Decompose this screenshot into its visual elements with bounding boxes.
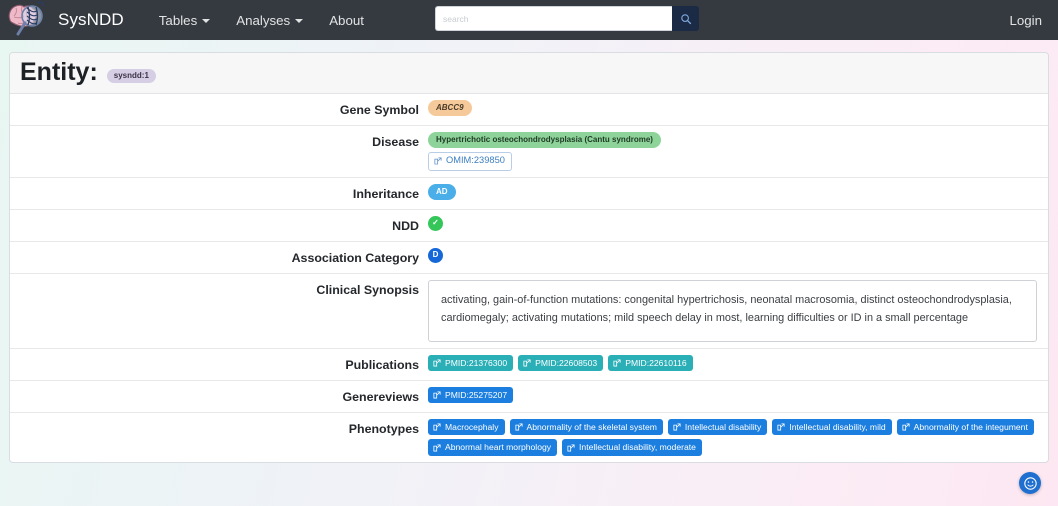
external-link-icon <box>433 391 441 399</box>
row-ndd: NDD ✓ <box>10 210 1048 242</box>
row-label-association-category: Association Category <box>291 250 419 265</box>
nav-links: Tables Analyses About <box>146 6 377 35</box>
list-item[interactable]: Intellectual disability <box>667 418 768 436</box>
row-label-phenotypes: Phenotypes <box>348 421 419 436</box>
inheritance-badge[interactable]: AD <box>428 183 456 200</box>
list-item[interactable]: PMID:22610116 <box>608 354 693 372</box>
row-value-genereviews: PMID:25275207 <box>428 386 1048 404</box>
list-item-label: PMID:21376300 <box>445 357 508 368</box>
external-link-icon <box>434 157 442 165</box>
row-value-inheritance: AD <box>428 183 1048 200</box>
row-value-disease: Hypertrichotic osteochondrodysplasia (Ca… <box>428 132 1048 171</box>
feedback-button[interactable] <box>1019 472 1041 494</box>
nav-item-analyses-label: Analyses <box>236 12 291 28</box>
list-item-label: Intellectual disability, mild <box>789 421 886 432</box>
nav-item-about-label: About <box>329 12 364 28</box>
list-item-label: Abnormality of the integument <box>913 421 1028 432</box>
list-item[interactable]: Macrocephaly <box>428 418 505 436</box>
search-bar <box>435 6 699 31</box>
external-link-icon <box>673 423 681 431</box>
entity-card: Entity: sysndd:1 Gene Symbol ABCC9 Disea… <box>9 52 1049 464</box>
row-value-ndd: ✓ <box>428 215 1048 231</box>
list-item-label: Intellectual disability, moderate <box>579 442 696 453</box>
row-publications: Publications PMID:21376300 PMID:22608503 P… <box>10 349 1048 381</box>
brain-dna-magnifier-logo <box>8 1 44 36</box>
list-item[interactable]: PMID:21376300 <box>428 354 514 372</box>
list-item[interactable]: PMID:25275207 <box>428 386 514 404</box>
row-clinical-synopsis: Clinical Synopsis activating, gain-of-fu… <box>10 274 1048 349</box>
list-item-label: Abnormal heart morphology <box>445 442 552 453</box>
external-link-icon <box>523 359 531 367</box>
list-item-label: PMID:22608503 <box>535 357 598 368</box>
disease-name-badge[interactable]: Hypertrichotic osteochondrodysplasia (Ca… <box>428 132 661 148</box>
row-label-publications: Publications <box>345 357 419 372</box>
row-label-ndd: NDD <box>392 218 419 233</box>
external-link-icon <box>567 444 575 452</box>
external-link-icon <box>433 359 441 367</box>
external-link-icon <box>433 423 441 431</box>
row-association-category: Association Category D <box>10 242 1048 274</box>
row-label-clinical-synopsis: Clinical Synopsis <box>316 282 419 297</box>
chevron-down-icon <box>202 19 211 23</box>
external-link-icon <box>613 359 621 367</box>
row-value-publications: PMID:21376300 PMID:22608503 PMID:22610116 <box>428 354 1048 372</box>
gene-symbol-badge[interactable]: ABCC9 <box>428 100 472 116</box>
row-gene-symbol: Gene Symbol ABCC9 <box>10 94 1048 126</box>
nav-item-about[interactable]: About <box>316 6 377 35</box>
entity-card-header: Entity: sysndd:1 <box>10 53 1048 94</box>
list-item[interactable]: PMID:22608503 <box>518 354 604 372</box>
list-item[interactable]: Abnormality of the skeletal system <box>509 418 663 436</box>
page-title: Entity: <box>20 58 98 86</box>
row-value-phenotypes: Macrocephaly Abnormality of the skeletal … <box>428 418 1048 457</box>
brand[interactable]: SysNDD <box>6 0 124 40</box>
list-item-label: Abnormality of the skeletal system <box>526 421 657 432</box>
row-inheritance: Inheritance AD <box>10 178 1048 210</box>
disease-omim-link-label: OMIM:239850 <box>446 155 505 165</box>
row-label-gene-symbol: Gene Symbol <box>339 103 419 117</box>
row-label-disease: Disease <box>372 135 419 149</box>
login-link[interactable]: Login <box>1009 13 1042 28</box>
list-item[interactable]: Abnormality of the integument <box>896 418 1034 436</box>
row-disease: Disease Hypertrichotic osteochondrodyspl… <box>10 126 1048 178</box>
list-item-label: Intellectual disability <box>684 421 762 432</box>
search-button[interactable] <box>672 6 699 31</box>
row-phenotypes: Phenotypes Macrocephaly Abnormality of th… <box>10 413 1048 462</box>
row-value-clinical-synopsis: activating, gain-of-function mutations: … <box>428 279 1048 342</box>
row-value-gene-symbol: ABCC9 <box>428 100 1048 116</box>
nav-item-tables[interactable]: Tables <box>146 6 223 35</box>
list-item[interactable]: Abnormal heart morphology <box>428 439 558 457</box>
search-input[interactable] <box>435 6 672 31</box>
external-link-icon <box>902 423 910 431</box>
list-item-label: PMID:25275207 <box>445 389 508 400</box>
entity-id-badge: sysndd:1 <box>106 68 156 83</box>
search-icon <box>680 13 691 24</box>
definitive-circle-icon: D <box>428 247 443 263</box>
list-item[interactable]: Intellectual disability, moderate <box>562 439 702 457</box>
row-label-genereviews: Genereviews <box>342 389 419 404</box>
chevron-down-icon <box>295 19 304 23</box>
row-value-association-category: D <box>428 247 1048 263</box>
smiley-feedback-icon <box>1023 476 1037 490</box>
top-navbar: SysNDD Tables Analyses About Login <box>0 0 1058 40</box>
brand-title: SysNDD <box>58 10 124 29</box>
external-link-icon <box>433 444 441 452</box>
nav-item-tables-label: Tables <box>158 12 198 28</box>
list-item-label: PMID:22610116 <box>625 357 687 368</box>
check-circle-icon: ✓ <box>428 215 443 231</box>
nav-item-analyses[interactable]: Analyses <box>223 6 316 35</box>
list-item-label: Macrocephaly <box>445 421 499 432</box>
external-link-icon <box>777 423 785 431</box>
list-item[interactable]: Intellectual disability, mild <box>772 418 892 436</box>
disease-omim-link[interactable]: OMIM:239850 <box>428 152 512 171</box>
clinical-synopsis-text: activating, gain-of-function mutations: … <box>428 279 1037 342</box>
external-link-icon <box>514 423 523 431</box>
row-genereviews: Genereviews PMID:25275207 <box>10 381 1048 413</box>
row-label-inheritance: Inheritance <box>352 186 419 201</box>
